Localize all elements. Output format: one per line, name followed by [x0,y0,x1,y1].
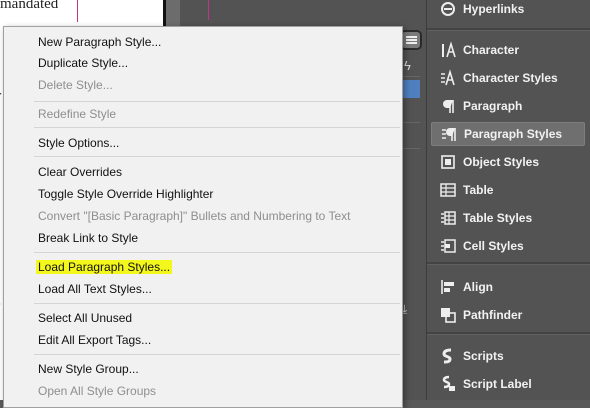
menu-item-label: Load Paragraph Styles... [36,260,173,274]
character-icon [437,41,459,59]
menu-item-label: Break Link to Style [38,231,139,245]
menu-item-load-all-text-styles[interactable]: Load All Text Styles... [4,279,402,299]
menu-item-label: Toggle Style Override Highlighter [38,187,214,201]
dock-item-object-styles[interactable]: Object Styles [431,150,585,174]
menu-item-label: New Style Group... [38,362,139,376]
document-text: mandated [0,0,59,12]
menu-separator [34,303,400,304]
menu-item-toggle-override-highlighter[interactable]: Toggle Style Override Highlighter [4,184,402,204]
menu-item-open-all-style-groups: Open All Style Groups [4,381,402,401]
menu-item-label: Open All Style Groups [38,384,157,398]
dock-item-label: Paragraph Styles [464,127,563,141]
dock-item-label: Table [463,183,494,197]
panel-row-divider [400,148,420,149]
script-label-icon [437,375,459,393]
align-icon [437,278,459,296]
menu-item-break-link-to-style[interactable]: Break Link to Style [4,228,402,248]
menu-item-edit-all-export-tags[interactable]: Edit All Export Tags... [4,330,402,350]
margin-guide [77,0,78,22]
menu-item-new-paragraph-style[interactable]: New Paragraph Style... [4,32,402,52]
document-text-fragment: e [0,296,1,313]
dock-item-label: Object Styles [463,155,540,169]
menu-item-label: Duplicate Style... [38,56,129,70]
dock-divider [427,262,590,265]
menu-item-select-all-unused[interactable]: Select All Unused [4,308,402,328]
panel-menu-icon [405,36,417,44]
dock-item-character-styles[interactable]: Character Styles [431,66,585,90]
dock-item-label: Hyperlinks [463,2,525,16]
paragraph-icon [437,97,459,115]
dock-item-paragraph-styles[interactable]: Paragraph Styles [431,122,585,146]
dock-item-label: Paragraph [463,99,523,113]
dock-item-label: Align [463,280,493,294]
character-styles-icon [437,69,459,87]
menu-item-duplicate-style[interactable]: Duplicate Style... [4,53,402,73]
dock-item-pathfinder[interactable]: Pathfinder [431,303,585,327]
menu-item-style-options[interactable]: Style Options... [4,133,402,153]
menu-separator [34,101,400,102]
dock-item-align[interactable]: Align [431,275,585,299]
dock-item-hyperlinks[interactable]: Hyperlinks [431,0,585,21]
menu-item-label: Load All Text Styles... [38,282,152,296]
menu-separator [34,252,400,253]
lightning-icon[interactable]: ϟ [404,58,411,73]
dock-item-label: Scripts [463,349,504,363]
menu-item-delete-style: Delete Style... [4,75,402,95]
dock-item-character[interactable]: Character [431,38,585,62]
table-icon [437,181,459,199]
menu-item-load-paragraph-styles[interactable]: Load Paragraph Styles... [4,257,402,277]
dock-item-cell-styles[interactable]: Cell Styles [431,234,585,258]
menu-item-label: New Paragraph Style... [38,35,162,49]
paragraph-styles-flyout-menu: New Paragraph Style... Duplicate Style..… [3,26,403,408]
table-styles-icon [437,209,459,227]
dock-item-label: Table Styles [463,211,533,225]
hyperlinks-icon [437,0,459,18]
panel-row-divider [400,122,420,123]
dock-divider [427,332,590,335]
menu-separator [34,127,400,128]
menu-item-new-style-group[interactable]: New Style Group... [4,359,402,379]
menu-item-redefine-style: Redefine Style [4,104,402,124]
menu-separator [34,156,400,157]
scripts-icon [437,347,459,365]
menu-item-label: Select All Unused [38,311,133,325]
panel-dock: Hyperlinks Character Character Styles Pa… [426,0,590,400]
document-text-fragment: y [0,88,2,105]
dock-item-label: Script Label [463,377,532,391]
dock-divider [427,28,590,31]
menu-item-label: Convert "[Basic Paragraph]" Bullets and … [38,209,351,223]
page-guide [208,0,209,20]
menu-item-label: Redefine Style [38,107,117,121]
dock-item-label: Cell Styles [463,239,524,253]
dock-item-label: Character [463,43,520,57]
panel-row-divider [400,76,420,77]
paragraph-styles-icon [438,125,460,143]
dock-item-label: Pathfinder [463,308,523,322]
dock-item-table[interactable]: Table [431,178,585,202]
object-styles-icon [437,153,459,171]
menu-item-clear-overrides[interactable]: Clear Overrides [4,162,402,182]
dock-item-label: Character Styles [463,71,558,85]
dock-item-scripts[interactable]: Scripts [431,344,585,368]
menu-item-label: Style Options... [38,136,120,150]
menu-item-label: Clear Overrides [38,165,123,179]
menu-item-label: Delete Style... [38,78,113,92]
dock-item-paragraph[interactable]: Paragraph [431,94,585,118]
menu-separator [34,354,400,355]
menu-item-label: Edit All Export Tags... [38,333,152,347]
selected-style-row[interactable] [400,80,420,98]
panel-menu-button[interactable] [400,30,422,50]
dock-item-script-label[interactable]: Script Label [431,372,585,396]
dock-item-table-styles[interactable]: Table Styles [431,206,585,230]
cell-styles-icon [437,237,459,255]
menu-item-convert-bullets: Convert "[Basic Paragraph]" Bullets and … [4,206,402,226]
pathfinder-icon [437,306,459,324]
